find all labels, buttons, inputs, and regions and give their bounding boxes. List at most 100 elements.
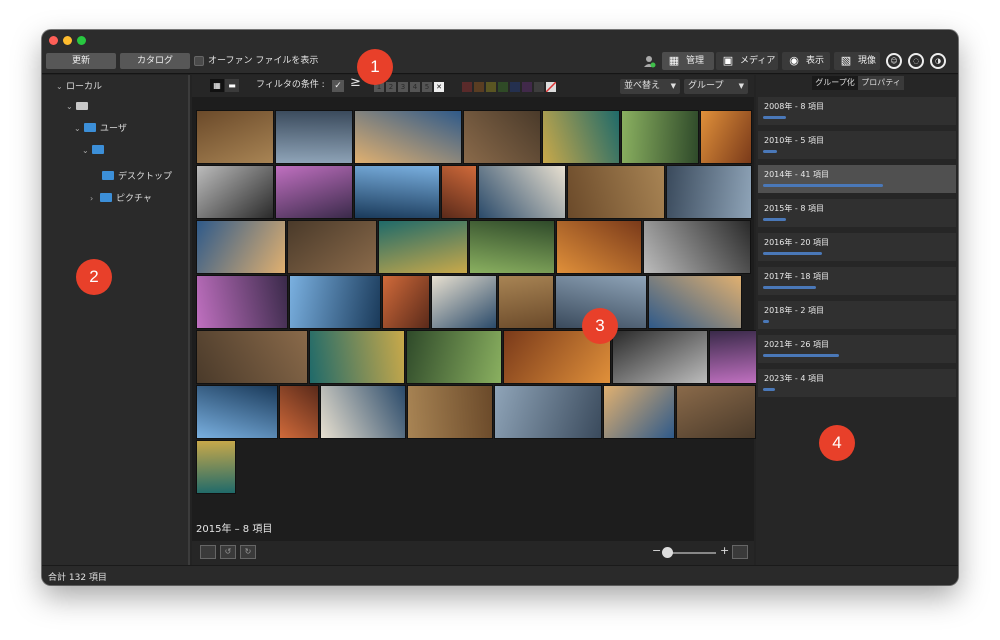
- photo-thumbnail[interactable]: [542, 110, 620, 164]
- photo-thumbnail[interactable]: [643, 220, 751, 274]
- color-label-red[interactable]: [462, 82, 472, 92]
- photo-thumbnail[interactable]: [320, 385, 406, 439]
- photo-thumbnail[interactable]: [648, 275, 742, 329]
- tree-item-drive[interactable]: ⌄: [66, 99, 88, 115]
- photo-thumbnail[interactable]: [196, 220, 286, 274]
- color-label-yellow[interactable]: [486, 82, 496, 92]
- mode-view-button[interactable]: ◉ 表示: [782, 52, 830, 70]
- 360-icon[interactable]: ◌: [908, 53, 924, 69]
- preview-view-toggle[interactable]: ▬: [225, 79, 239, 92]
- photo-thumbnail[interactable]: [709, 330, 757, 384]
- year-group-row[interactable]: 2021年 - 26 項目: [758, 335, 956, 363]
- photo-thumbnail[interactable]: [382, 275, 430, 329]
- photo-thumbnail[interactable]: [478, 165, 566, 219]
- chevron-down-icon[interactable]: ⌄: [66, 99, 76, 115]
- thumbnail-view-toggle[interactable]: ▦: [210, 79, 224, 92]
- photo-thumbnail[interactable]: [275, 110, 353, 164]
- photo-thumbnail[interactable]: [378, 220, 468, 274]
- photo-thumbnail[interactable]: [621, 110, 699, 164]
- rating-filter-2[interactable]: 2: [386, 82, 396, 92]
- chevron-down-icon[interactable]: ⌄: [56, 79, 66, 95]
- online-icon[interactable]: ◑: [930, 53, 946, 69]
- photo-thumbnail[interactable]: [676, 385, 756, 439]
- chevron-down-icon[interactable]: ⌄: [74, 121, 84, 137]
- user-status-icon[interactable]: [642, 54, 656, 68]
- photo-thumbnail[interactable]: [354, 165, 440, 219]
- close-window-button[interactable]: [49, 36, 58, 45]
- color-label-purple[interactable]: [522, 82, 532, 92]
- zoom-in-icon[interactable]: +: [720, 544, 729, 557]
- year-group-row[interactable]: 2016年 - 20 項目: [758, 233, 956, 261]
- no-color-label[interactable]: [545, 81, 557, 93]
- catalog-button[interactable]: カタログ: [120, 53, 190, 69]
- photo-thumbnail[interactable]: [196, 165, 274, 219]
- year-group-row[interactable]: 2014年 - 41 項目: [758, 165, 956, 193]
- tree-item-users[interactable]: ⌄ ユーザ: [74, 121, 127, 137]
- chevron-right-icon[interactable]: ›: [90, 191, 100, 207]
- thumbnail-size-slider[interactable]: [666, 552, 716, 554]
- tree-item-local[interactable]: ⌄ ローカル: [56, 79, 102, 95]
- photo-thumbnail[interactable]: [196, 385, 278, 439]
- photo-thumbnail[interactable]: [287, 220, 377, 274]
- tab-grouping[interactable]: グループ化: [812, 76, 858, 90]
- photo-thumbnail[interactable]: [612, 330, 708, 384]
- panel-toggle-button[interactable]: [200, 545, 216, 559]
- photo-thumbnail[interactable]: [567, 165, 665, 219]
- zoom-window-button[interactable]: [77, 36, 86, 45]
- mode-media-button[interactable]: ▣ メディア: [716, 52, 778, 70]
- photo-thumbnail[interactable]: [603, 385, 675, 439]
- year-group-row[interactable]: 2015年 - 8 項目: [758, 199, 956, 227]
- panel-right-toggle-button[interactable]: [732, 545, 748, 559]
- filter-checkbox[interactable]: ✓: [332, 80, 344, 92]
- photo-thumbnail[interactable]: [700, 110, 752, 164]
- photo-thumbnail[interactable]: [309, 330, 405, 384]
- photo-thumbnail[interactable]: [275, 165, 353, 219]
- rating-filter-3[interactable]: 3: [398, 82, 408, 92]
- photo-thumbnail[interactable]: [463, 110, 541, 164]
- tree-item-pictures[interactable]: › ピクチャ: [90, 191, 152, 207]
- minimize-window-button[interactable]: [63, 36, 72, 45]
- photo-thumbnail[interactable]: [289, 275, 381, 329]
- rotate-left-button[interactable]: ↺: [220, 545, 236, 559]
- year-group-row[interactable]: 2017年 - 18 項目: [758, 267, 956, 295]
- rotate-right-button[interactable]: ↻: [240, 545, 256, 559]
- photo-thumbnail[interactable]: [498, 275, 554, 329]
- mode-manage-button[interactable]: ▦ 管理: [662, 52, 714, 70]
- photo-thumbnail[interactable]: [441, 165, 477, 219]
- show-orphan-checkbox[interactable]: [194, 56, 204, 66]
- photo-thumbnail[interactable]: [196, 275, 288, 329]
- people-icon[interactable]: ☺: [886, 53, 902, 69]
- year-group-row[interactable]: 2023年 - 4 項目: [758, 369, 956, 397]
- sort-dropdown[interactable]: 並べ替え ▼: [620, 79, 680, 94]
- chevron-down-icon[interactable]: ⌄: [82, 143, 92, 159]
- group-dropdown[interactable]: グループ ▼: [684, 79, 748, 94]
- rating-filter-5[interactable]: 5: [422, 82, 432, 92]
- reject-filter[interactable]: ✕: [434, 82, 444, 92]
- photo-thumbnail[interactable]: [354, 110, 462, 164]
- tree-item-home[interactable]: ⌄: [82, 143, 108, 159]
- mode-develop-button[interactable]: ▧ 現像: [834, 52, 880, 70]
- tab-properties[interactable]: プロパティ: [858, 76, 904, 90]
- tree-item-desktop[interactable]: デスクトップ: [102, 169, 172, 185]
- color-label-green[interactable]: [498, 82, 508, 92]
- color-label-blue[interactable]: [510, 82, 520, 92]
- photo-thumbnail[interactable]: [196, 330, 308, 384]
- photo-thumbnail[interactable]: [407, 385, 493, 439]
- color-label-gray[interactable]: [534, 82, 544, 92]
- photo-thumbnail[interactable]: [196, 440, 236, 494]
- photo-thumbnail[interactable]: [196, 110, 274, 164]
- year-group-row[interactable]: 2008年 - 8 項目: [758, 97, 956, 125]
- photo-thumbnail[interactable]: [494, 385, 602, 439]
- year-group-row[interactable]: 2010年 - 5 項目: [758, 131, 956, 159]
- photo-thumbnail[interactable]: [469, 220, 555, 274]
- photo-thumbnail[interactable]: [666, 165, 752, 219]
- photo-thumbnail[interactable]: [556, 220, 642, 274]
- photo-thumbnail[interactable]: [279, 385, 319, 439]
- rating-filter-4[interactable]: 4: [410, 82, 420, 92]
- update-button[interactable]: 更新: [46, 53, 116, 69]
- photo-thumbnail[interactable]: [431, 275, 497, 329]
- zoom-out-icon[interactable]: −: [652, 544, 661, 557]
- greater-equal-symbol[interactable]: ≥: [350, 76, 361, 90]
- photo-thumbnail[interactable]: [406, 330, 502, 384]
- slider-knob[interactable]: [662, 547, 673, 558]
